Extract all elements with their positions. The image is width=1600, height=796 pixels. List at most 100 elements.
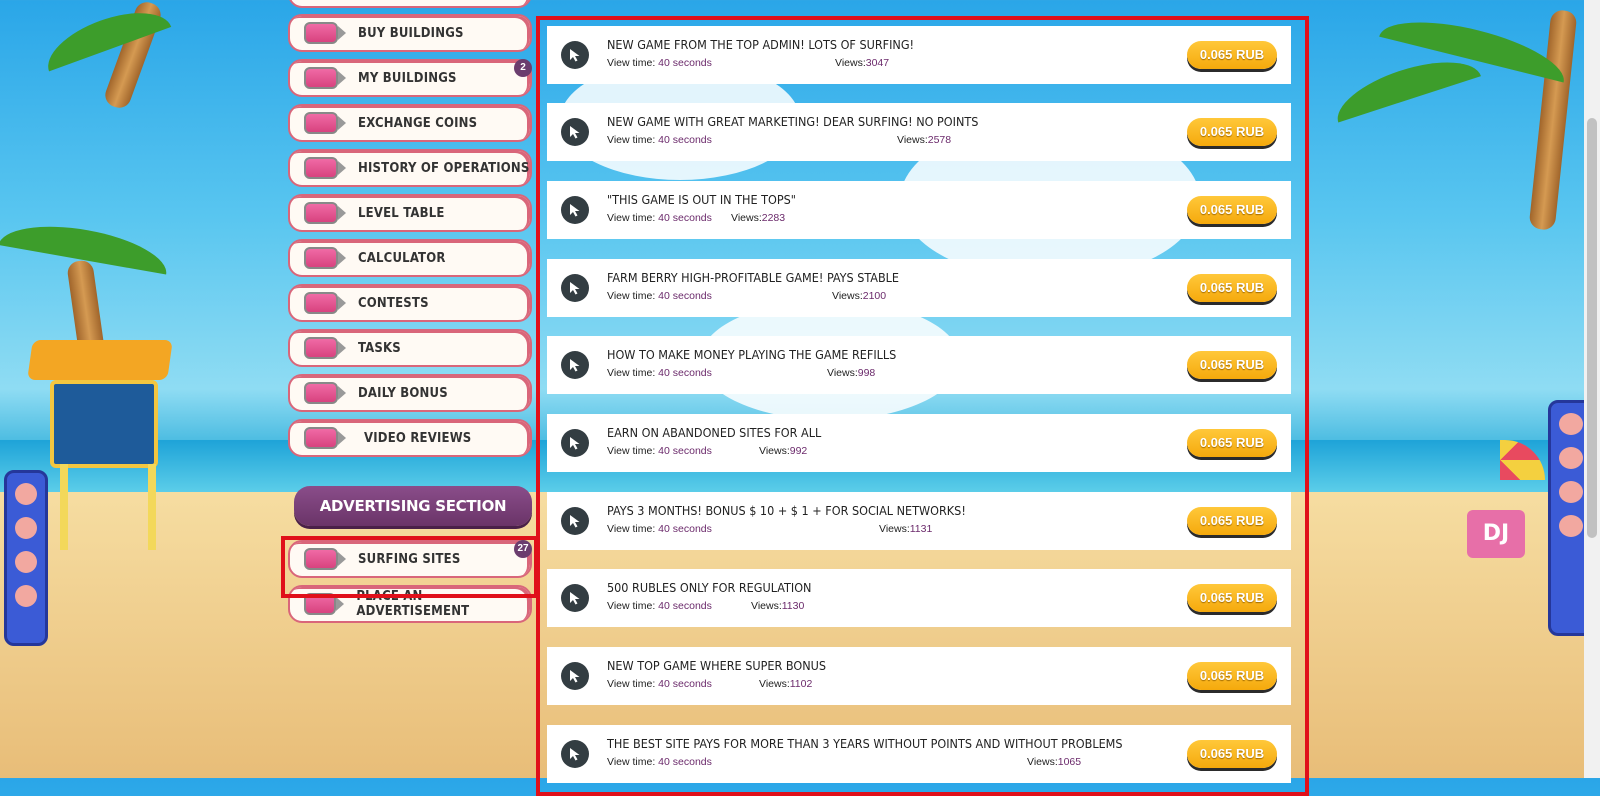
sidebar-item-my-buildings[interactable]: MY BUILDINGS 2 bbox=[288, 59, 532, 97]
list-item-title[interactable]: NEW GAME WITH GREAT MARKETING! DEAR SURF… bbox=[607, 114, 978, 129]
price-button[interactable]: 0.065 RUB bbox=[1187, 662, 1277, 690]
list-item[interactable]: 500 RUBLES ONLY FOR REGULATION View time:… bbox=[547, 569, 1291, 627]
list-item-title[interactable]: NEW GAME FROM THE TOP ADMIN! LOTS OF SUR… bbox=[607, 37, 914, 52]
views-count: Views:2100 bbox=[832, 290, 886, 302]
sidebar-item-label: TASKS bbox=[358, 340, 401, 356]
list-item-info: NEW GAME WITH GREAT MARKETING! DEAR SURF… bbox=[607, 112, 1127, 152]
sidebar-item-video-reviews[interactable]: VIDEO REVIEWS bbox=[288, 419, 532, 457]
list-item-title[interactable]: 500 RUBLES ONLY FOR REGULATION bbox=[607, 580, 811, 595]
views-label: Views: bbox=[731, 212, 762, 224]
list-item[interactable]: EARN ON ABANDONED SITES FOR ALL View time… bbox=[547, 414, 1291, 472]
sidebar-item-history-of-operations[interactable]: HISTORY OF OPERATIONS bbox=[288, 149, 532, 187]
scrollbar-thumb[interactable] bbox=[1587, 118, 1597, 538]
list-item-title[interactable]: FARM BERRY HIGH-PROFITABLE GAME! PAYS ST… bbox=[607, 270, 899, 285]
view-time-label: View time: bbox=[607, 523, 656, 535]
list-item[interactable]: PAYS 3 MONTHS! BONUS $ 10 + $ 1 + FOR SO… bbox=[547, 492, 1291, 550]
pink-pill-icon bbox=[304, 382, 346, 404]
price-button[interactable]: 0.065 RUB bbox=[1187, 351, 1277, 379]
cursor-icon[interactable] bbox=[561, 507, 589, 535]
price-button[interactable]: 0.065 RUB bbox=[1187, 584, 1277, 612]
price-button[interactable]: 0.065 RUB bbox=[1187, 196, 1277, 224]
views-value: 2283 bbox=[761, 212, 786, 224]
sidebar-item-partial[interactable] bbox=[288, 0, 532, 8]
list-item[interactable]: FARM BERRY HIGH-PROFITABLE GAME! PAYS ST… bbox=[547, 259, 1291, 317]
views-value: 2100 bbox=[862, 290, 887, 302]
views-count: Views:2283 bbox=[731, 212, 785, 224]
views-label: Views: bbox=[759, 445, 790, 457]
count-badge: 2 bbox=[514, 59, 532, 77]
list-item-title[interactable]: "THIS GAME IS OUT IN THE TOPS" bbox=[607, 192, 796, 207]
sidebar-item-label: DAILY BONUS bbox=[358, 385, 448, 401]
price-button[interactable]: 0.065 RUB bbox=[1187, 41, 1277, 69]
list-item-info: 500 RUBLES ONLY FOR REGULATION View time:… bbox=[607, 578, 1127, 618]
views-count: Views:1130 bbox=[751, 600, 804, 612]
sidebar-item-label: MY BUILDINGS bbox=[358, 70, 457, 86]
views-count: Views:992 bbox=[759, 445, 807, 457]
sidebar-item-level-table[interactable]: LEVEL TABLE bbox=[288, 194, 532, 232]
highlight-frame-surfing-sites bbox=[281, 536, 538, 598]
sidebar-item-buy-buildings[interactable]: BUY BUILDINGS bbox=[288, 14, 532, 52]
list-item-info: "THIS GAME IS OUT IN THE TOPS" View time:… bbox=[607, 190, 1127, 230]
list-item-info: HOW TO MAKE MONEY PLAYING THE GAME REFIL… bbox=[607, 345, 1127, 385]
sidebar-item-daily-bonus[interactable]: DAILY BONUS bbox=[288, 374, 532, 412]
views-value: 1130 bbox=[781, 600, 805, 612]
pink-pill-icon bbox=[304, 22, 346, 44]
view-time-label: View time: bbox=[607, 678, 656, 690]
pink-pill-icon bbox=[304, 112, 346, 134]
page-scrollbar[interactable] bbox=[1584, 0, 1600, 778]
list-item[interactable]: NEW GAME WITH GREAT MARKETING! DEAR SURF… bbox=[547, 103, 1291, 161]
views-label: Views: bbox=[1027, 756, 1058, 768]
sidebar-item-label: LEVEL TABLE bbox=[358, 205, 445, 221]
list-item[interactable]: NEW TOP GAME WHERE SUPER BONUS View time:… bbox=[547, 647, 1291, 705]
list-item-title[interactable]: EARN ON ABANDONED SITES FOR ALL bbox=[607, 425, 821, 440]
cursor-icon[interactable] bbox=[561, 584, 589, 612]
sidebar-item-contests[interactable]: CONTESTS bbox=[288, 284, 532, 322]
views-count: Views:2578 bbox=[897, 134, 951, 146]
list-item-title[interactable]: HOW TO MAKE MONEY PLAYING THE GAME REFIL… bbox=[607, 347, 896, 362]
price-button[interactable]: 0.065 RUB bbox=[1187, 274, 1277, 302]
view-time-value: 40 seconds bbox=[658, 600, 712, 612]
cursor-icon[interactable] bbox=[561, 429, 589, 457]
list-item-title[interactable]: THE BEST SITE PAYS FOR MORE THAN 3 YEARS… bbox=[607, 736, 1123, 751]
cursor-icon[interactable] bbox=[561, 196, 589, 224]
list-item-title[interactable]: PAYS 3 MONTHS! BONUS $ 10 + $ 1 + FOR SO… bbox=[607, 503, 966, 518]
list-item-title[interactable]: NEW TOP GAME WHERE SUPER BONUS bbox=[607, 658, 826, 673]
sidebar-item-label: VIDEO REVIEWS bbox=[364, 430, 472, 446]
sidebar-item-label: CONTESTS bbox=[358, 295, 429, 311]
list-item[interactable]: NEW GAME FROM THE TOP ADMIN! LOTS OF SUR… bbox=[547, 26, 1291, 84]
list-item[interactable]: "THIS GAME IS OUT IN THE TOPS" View time:… bbox=[547, 181, 1291, 239]
list-item[interactable]: HOW TO MAKE MONEY PLAYING THE GAME REFIL… bbox=[547, 336, 1291, 394]
price-button[interactable]: 0.065 RUB bbox=[1187, 740, 1277, 768]
pink-pill-icon bbox=[304, 337, 346, 359]
views-label: Views: bbox=[832, 290, 863, 302]
view-time-value: 40 seconds bbox=[658, 290, 712, 302]
cursor-icon[interactable] bbox=[561, 351, 589, 379]
cursor-icon[interactable] bbox=[561, 662, 589, 690]
view-time: View time: 40 seconds bbox=[607, 212, 712, 224]
price-button[interactable]: 0.065 RUB bbox=[1187, 118, 1277, 146]
cursor-icon[interactable] bbox=[561, 274, 589, 302]
views-label: Views: bbox=[897, 134, 928, 146]
advertising-section-header: ADVERTISING SECTION bbox=[294, 486, 532, 526]
views-value: 998 bbox=[857, 367, 876, 379]
cursor-icon[interactable] bbox=[561, 118, 589, 146]
pink-pill-icon bbox=[304, 157, 346, 179]
sidebar-item-exchange-coins[interactable]: EXCHANGE COINS bbox=[288, 104, 532, 142]
view-time-label: View time: bbox=[607, 367, 656, 379]
views-label: Views: bbox=[751, 600, 782, 612]
cursor-icon[interactable] bbox=[561, 740, 589, 768]
sidebar-item-tasks[interactable]: TASKS bbox=[288, 329, 532, 367]
palm-tree-trunk bbox=[1528, 9, 1578, 231]
list-item[interactable]: THE BEST SITE PAYS FOR MORE THAN 3 YEARS… bbox=[547, 725, 1291, 783]
view-time-label: View time: bbox=[607, 134, 656, 146]
view-time-value: 40 seconds bbox=[658, 367, 712, 379]
sidebar-item-calculator[interactable]: CALCULATOR bbox=[288, 239, 532, 277]
price-button[interactable]: 0.065 RUB bbox=[1187, 507, 1277, 535]
views-count: Views:1131 bbox=[879, 523, 932, 535]
view-time: View time: 40 seconds bbox=[607, 367, 712, 379]
view-time: View time: 40 seconds bbox=[607, 290, 712, 302]
list-item-info: EARN ON ABANDONED SITES FOR ALL View time… bbox=[607, 423, 1127, 463]
pink-pill-icon bbox=[304, 247, 346, 269]
price-button[interactable]: 0.065 RUB bbox=[1187, 429, 1277, 457]
cursor-icon[interactable] bbox=[561, 41, 589, 69]
